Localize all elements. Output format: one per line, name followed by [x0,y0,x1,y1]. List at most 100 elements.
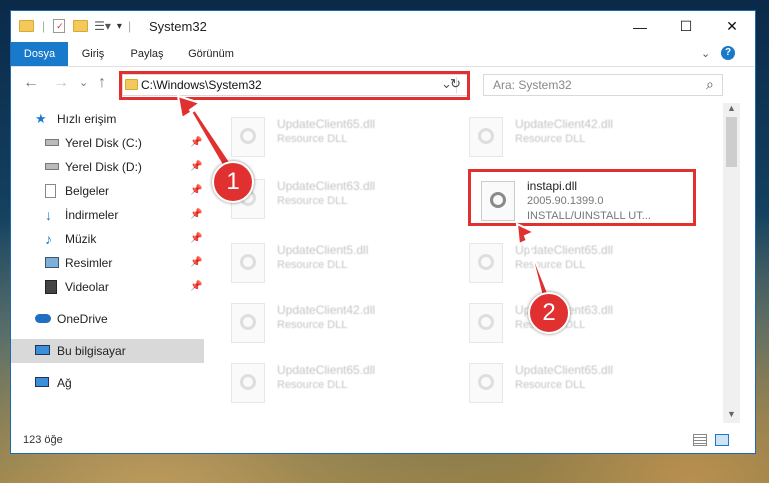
file-name: UpdateClient65.dll [277,363,376,377]
gear-icon [478,314,494,330]
large-icons-view-icon[interactable] [715,434,729,446]
pictures-icon [45,257,59,268]
sidebar-item-label: İndirmeler [65,208,119,222]
callout-2: 2 [528,292,570,334]
sidebar-item-local-disk-d[interactable]: Yerel Disk (D:) 📌 [11,155,204,179]
scroll-up-icon[interactable]: ▲ [727,103,736,113]
dll-file-icon [231,363,265,403]
sidebar-item-videos[interactable]: Videolar 📌 [11,275,204,299]
pin-icon: 📌 [190,137,203,148]
sidebar-item-downloads[interactable]: ↓ İndirmeler 📌 [11,203,204,227]
scroll-down-icon[interactable]: ▼ [727,409,736,419]
gear-icon [240,314,256,330]
window-title: System32 [149,19,207,34]
up-button[interactable]: ↑ [98,75,106,91]
explorer-window: | ✓ ☰▾ ▾ | System32 — ☐ ✕ Dosya Giriş Pa… [10,10,756,454]
sidebar-item-this-pc[interactable]: Bu bilgisayar [11,339,204,363]
pin-icon: 📌 [190,185,203,196]
video-icon [45,280,57,294]
search-input[interactable]: Ara: System32 ⌕ [483,74,723,96]
file-item[interactable]: UpdateClient5.dll Resource DLL [231,237,461,289]
file-description: Resource DLL [277,133,348,145]
sidebar-item-documents[interactable]: Belgeler 📌 [11,179,204,203]
search-icon: ⌕ [706,76,714,92]
file-list: UpdateClient65.dll Resource DLL UpdateCl… [211,103,723,423]
folder-icon [19,20,34,32]
sidebar-item-label: OneDrive [57,312,108,326]
dll-file-icon [469,363,503,403]
file-description: Resource DLL [515,379,586,391]
address-highlight [119,71,470,100]
sidebar-item-label: Videolar [65,280,109,294]
dll-file-icon [231,243,265,283]
tab-share[interactable]: Paylaş [121,42,173,66]
drive-icon [45,163,59,170]
minimize-button[interactable]: — [617,11,663,42]
file-description: Resource DLL [277,379,348,391]
dll-file-icon [469,243,503,283]
back-button[interactable]: ← [23,75,39,91]
sidebar-item-label: Belgeler [65,184,110,198]
sidebar-item-label: Ağ [57,376,72,390]
sidebar-item-label: Yerel Disk (D:) [65,160,142,174]
file-item[interactable]: UpdateClient65.dll Resource DLL [469,357,699,409]
sidebar-item-label: Müzik [65,232,97,246]
drive-icon [45,139,59,146]
sidebar-item-pictures[interactable]: Resimler 📌 [11,251,204,275]
computer-icon [35,345,50,355]
cloud-icon [35,314,51,323]
file-name: UpdateClient63.dll [277,179,376,193]
sidebar-item-quick-access[interactable]: ★ Hızlı erişim [11,107,204,131]
help-icon[interactable]: ? [721,46,735,60]
expand-ribbon-icon[interactable]: ⌄ [701,47,710,60]
tab-home[interactable]: Giriş [71,42,115,66]
pin-icon: 📌 [190,233,203,244]
file-description: Resource DLL [515,259,586,271]
gear-icon [478,128,494,144]
sidebar-item-local-disk-c[interactable]: Yerel Disk (C:) 📌 [11,131,204,155]
sidebar-item-label: Hızlı erişim [57,112,117,126]
status-bar: 123 öğe [11,431,755,453]
file-highlight [468,169,696,226]
gear-icon [240,374,256,390]
ribbon-tabs: Dosya Giriş Paylaş Görünüm ⌄ ? [11,42,755,67]
details-view-icon[interactable] [693,434,707,446]
dll-file-icon [231,303,265,343]
music-icon: ♪ [45,231,52,247]
file-item[interactable]: UpdateClient65.dll Resource DLL [469,237,699,289]
gear-icon [478,374,494,390]
gear-icon [240,128,256,144]
file-item[interactable]: UpdateClient63.dll Resource DLL [469,297,699,349]
recent-locations-button[interactable]: ⌄ [79,75,88,91]
forward-button[interactable]: → [53,75,69,91]
file-item[interactable]: UpdateClient42.dll Resource DLL [231,297,461,349]
vertical-scrollbar[interactable]: ▲ ▼ [723,103,740,423]
tab-file[interactable]: Dosya [11,42,68,66]
file-item[interactable]: UpdateClient65.dll Resource DLL [231,111,461,163]
pin-icon: 📌 [190,209,203,220]
quick-access-toolbar: | ✓ ☰▾ ▾ | [19,18,131,34]
properties-icon[interactable]: ✓ [53,19,66,33]
file-item[interactable]: UpdateClient65.dll Resource DLL [231,357,461,409]
file-name: UpdateClient42.dll [515,117,614,131]
star-icon: ★ [35,111,47,126]
maximize-button[interactable]: ☐ [663,11,709,42]
scrollbar-thumb[interactable] [726,117,737,167]
quick-access-dropdown-icon[interactable]: ▾ [117,21,122,32]
customize-icon[interactable]: ☰▾ [94,19,111,33]
file-name: UpdateClient65.dll [277,117,376,131]
network-icon [35,377,49,387]
gear-icon [478,254,494,270]
dll-file-icon [231,117,265,157]
sidebar-item-onedrive[interactable]: OneDrive [11,307,204,331]
close-button[interactable]: ✕ [709,11,755,42]
dll-file-icon [469,303,503,343]
file-description: Resource DLL [277,195,348,207]
file-item[interactable]: UpdateClient42.dll Resource DLL [469,111,699,163]
sidebar-item-network[interactable]: Ağ [11,371,204,395]
new-folder-icon[interactable] [73,20,89,32]
file-item[interactable]: UpdateClient63.dll Resource DLL [231,173,461,225]
tab-view[interactable]: Görünüm [181,42,241,66]
sidebar-item-music[interactable]: ♪ Müzik 📌 [11,227,204,251]
sidebar-item-label: Resimler [65,256,113,270]
